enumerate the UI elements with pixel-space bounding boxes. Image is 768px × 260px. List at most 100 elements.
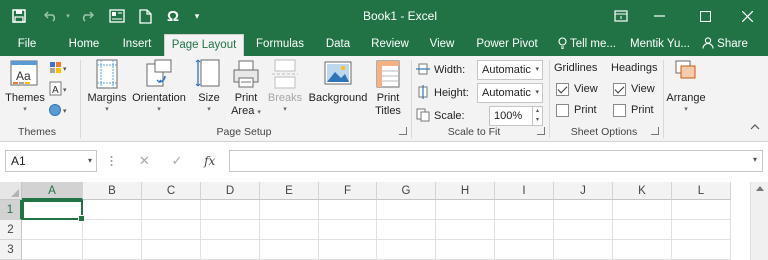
headings-view-checkbox[interactable] [613, 82, 626, 96]
tab-page-layout[interactable]: Page Layout [164, 34, 244, 56]
cell-d3[interactable] [201, 240, 260, 260]
collapse-ribbon-icon[interactable] [750, 122, 760, 132]
scroll-up-icon[interactable] [756, 186, 764, 191]
cell-h1[interactable] [436, 200, 495, 220]
column-header-g[interactable]: G [377, 182, 436, 200]
cell-b2[interactable] [83, 220, 142, 240]
cell-i2[interactable] [495, 220, 554, 240]
print-area-button[interactable]: Print Area ▾ [228, 58, 264, 124]
cell-e3[interactable] [260, 240, 319, 260]
tab-insert[interactable]: Insert [114, 32, 160, 56]
cell-a3[interactable] [22, 240, 83, 260]
cell-f1[interactable] [319, 200, 377, 220]
sheet-options-dialog-launcher[interactable] [651, 127, 659, 135]
size-button[interactable]: Size ▾ [192, 58, 226, 124]
theme-colors-icon[interactable]: ▾ [48, 60, 68, 76]
worksheet-grid[interactable]: ABCDEFGHIJKL 123 [0, 182, 768, 260]
tab-view[interactable]: View [422, 32, 462, 56]
cell-k3[interactable] [613, 240, 672, 260]
column-header-f[interactable]: F [319, 182, 377, 200]
headings-view-option[interactable]: View [613, 80, 655, 98]
cell-a2[interactable] [22, 220, 83, 240]
column-header-d[interactable]: D [201, 182, 260, 200]
select-all-button[interactable] [0, 182, 22, 200]
background-button[interactable]: Background [306, 58, 370, 124]
themes-button[interactable]: Aa Themes ▾ [4, 58, 46, 124]
cell-c1[interactable] [142, 200, 201, 220]
column-header-j[interactable]: J [554, 182, 613, 200]
document-icon[interactable] [134, 0, 156, 32]
cell-i1[interactable] [495, 200, 554, 220]
column-header-k[interactable]: K [613, 182, 672, 200]
expand-formula-bar-icon[interactable]: ▾ [753, 155, 757, 164]
cell-i3[interactable] [495, 240, 554, 260]
cell-f3[interactable] [319, 240, 377, 260]
headings-print-checkbox[interactable] [613, 103, 626, 117]
gridlines-print-option[interactable]: Print [556, 101, 597, 119]
cell-k2[interactable] [613, 220, 672, 240]
print-preview-icon[interactable] [106, 0, 128, 32]
cell-f2[interactable] [319, 220, 377, 240]
cell-b3[interactable] [83, 240, 142, 260]
orientation-button[interactable]: Orientation ▾ [130, 58, 188, 124]
undo-icon[interactable] [40, 0, 62, 32]
column-header-l[interactable]: L [672, 182, 731, 200]
tab-formulas[interactable]: Formulas [250, 32, 310, 56]
scale-to-fit-dialog-launcher[interactable] [537, 127, 545, 135]
close-icon[interactable] [726, 0, 768, 32]
page-setup-dialog-launcher[interactable] [399, 127, 407, 135]
cell-g3[interactable] [377, 240, 436, 260]
cell-k1[interactable] [613, 200, 672, 220]
tell-me-search[interactable]: Tell me... [552, 32, 622, 56]
cell-l3[interactable] [672, 240, 731, 260]
account-name[interactable]: Mentik Yu... [626, 32, 694, 56]
headings-print-option[interactable]: Print [613, 101, 654, 119]
tab-power-pivot[interactable]: Power Pivot [470, 32, 544, 56]
cell-d2[interactable] [201, 220, 260, 240]
cell-e2[interactable] [260, 220, 319, 240]
cell-j2[interactable] [554, 220, 613, 240]
redo-icon[interactable] [76, 0, 98, 32]
width-select[interactable]: Automatic ▾ [477, 60, 543, 80]
cell-b1[interactable] [83, 200, 142, 220]
cell-l1[interactable] [672, 200, 731, 220]
symbol-icon[interactable]: Ω [162, 0, 184, 32]
cell-g1[interactable] [377, 200, 436, 220]
height-select[interactable]: Automatic ▾ [477, 83, 543, 103]
row-header-2[interactable]: 2 [0, 220, 22, 240]
gridlines-view-option[interactable]: View [556, 80, 598, 98]
formula-bar-splitter[interactable] [110, 152, 113, 170]
cell-c3[interactable] [142, 240, 201, 260]
theme-fonts-icon[interactable]: A ▾ [48, 81, 68, 97]
print-titles-button[interactable]: Print Titles [370, 58, 406, 124]
cell-d1[interactable] [201, 200, 260, 220]
theme-effects-icon[interactable]: ▾ [48, 102, 68, 118]
save-icon[interactable] [8, 0, 30, 32]
cell-h2[interactable] [436, 220, 495, 240]
customize-quick-access-icon[interactable]: ▾ [190, 0, 204, 32]
row-header-1[interactable]: 1 [0, 200, 22, 220]
cell-e1[interactable] [260, 200, 319, 220]
arrange-button[interactable]: Arrange ▾ [666, 58, 706, 124]
row-header-3[interactable]: 3 [0, 240, 22, 260]
gridlines-view-checkbox[interactable] [556, 82, 569, 96]
column-header-i[interactable]: I [495, 182, 554, 200]
minimize-icon[interactable] [636, 0, 682, 32]
cell-c2[interactable] [142, 220, 201, 240]
column-header-b[interactable]: B [83, 182, 142, 200]
cell-j3[interactable] [554, 240, 613, 260]
tab-data[interactable]: Data [318, 32, 358, 56]
tab-file[interactable]: File [8, 32, 46, 56]
column-header-e[interactable]: E [260, 182, 319, 200]
scale-input[interactable]: 100% [489, 106, 533, 126]
column-header-a[interactable]: A [22, 182, 83, 200]
cell-j1[interactable] [554, 200, 613, 220]
scale-spinner[interactable]: ▴ ▾ [533, 106, 543, 126]
cell-g2[interactable] [377, 220, 436, 240]
tab-home[interactable]: Home [62, 32, 106, 56]
column-header-c[interactable]: C [142, 182, 201, 200]
tab-review[interactable]: Review [364, 32, 416, 56]
share-button[interactable]: Share [698, 32, 752, 56]
gridlines-print-checkbox[interactable] [556, 103, 569, 117]
undo-dropdown-icon[interactable]: ▾ [64, 0, 72, 32]
